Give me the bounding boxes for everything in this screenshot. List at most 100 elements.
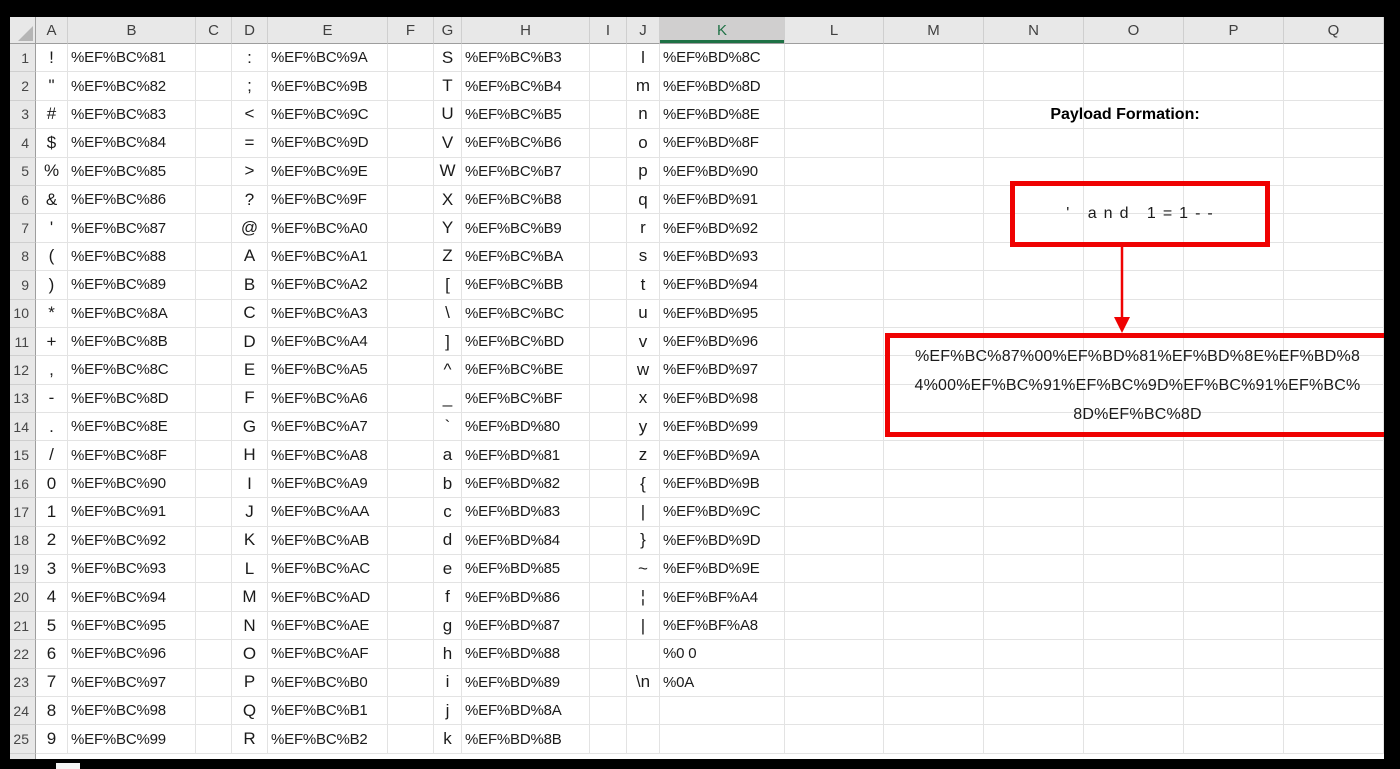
cell-G2[interactable]: T — [434, 72, 462, 101]
cell-Q5[interactable] — [1284, 157, 1384, 186]
column-header-H[interactable]: H — [462, 17, 590, 44]
row-header-19[interactable]: 19 — [10, 555, 36, 584]
cell-F9[interactable] — [388, 271, 434, 300]
cell-A6[interactable]: & — [36, 185, 68, 215]
cell-G23[interactable]: i — [434, 668, 462, 697]
cell-L2[interactable] — [785, 72, 884, 101]
cell-G16[interactable]: b — [434, 469, 462, 499]
column-header-Q[interactable]: Q — [1284, 17, 1384, 44]
cell-L5[interactable] — [785, 157, 884, 186]
cell-L3[interactable] — [785, 100, 884, 130]
cell-A17[interactable]: 1 — [36, 498, 68, 527]
cell-C2[interactable] — [196, 72, 232, 101]
cell-J19[interactable]: ~ — [627, 555, 660, 584]
cell-C15[interactable] — [196, 441, 232, 470]
cell-A25[interactable]: 9 — [36, 725, 68, 754]
column-header-O[interactable]: O — [1084, 17, 1184, 44]
cell-E18[interactable]: %EF%BC%AB — [268, 526, 388, 556]
cell-K2[interactable]: %EF%BD%8D — [660, 72, 785, 101]
cell-L1[interactable] — [785, 44, 884, 73]
cell-H17[interactable]: %EF%BD%83 — [462, 498, 590, 527]
cell-B25[interactable]: %EF%BC%99 — [68, 725, 196, 754]
cell-B14[interactable]: %EF%BC%8E — [68, 413, 196, 442]
cell-I14[interactable] — [590, 413, 627, 442]
cell-G25[interactable]: k — [434, 725, 462, 754]
cell-Q24[interactable] — [1284, 696, 1384, 726]
cell-K6[interactable]: %EF%BD%91 — [660, 185, 785, 215]
cell-F14[interactable] — [388, 413, 434, 442]
cell-L12[interactable] — [785, 356, 884, 385]
cell-A19[interactable]: 3 — [36, 555, 68, 584]
cell-Q12[interactable] — [1284, 356, 1384, 385]
cell-C4[interactable] — [196, 129, 232, 158]
cell-K13[interactable]: %EF%BD%98 — [660, 384, 785, 414]
cell-G5[interactable]: W — [434, 157, 462, 186]
cell-A16[interactable]: 0 — [36, 469, 68, 499]
cell-J11[interactable]: v — [627, 327, 660, 357]
cell-G1[interactable]: S — [434, 44, 462, 73]
cell-F18[interactable] — [388, 526, 434, 556]
cell-Q11[interactable] — [1284, 327, 1384, 357]
cell-D6[interactable]: ? — [232, 185, 268, 215]
cell-G10[interactable]: \ — [434, 299, 462, 328]
cell-G6[interactable]: X — [434, 185, 462, 215]
cell-H22[interactable]: %EF%BD%88 — [462, 640, 590, 669]
cell-M11[interactable] — [884, 327, 984, 357]
cell-B22[interactable]: %EF%BC%96 — [68, 640, 196, 669]
cell-F23[interactable] — [388, 668, 434, 697]
cell-G18[interactable]: d — [434, 526, 462, 556]
cell-B10[interactable]: %EF%BC%8A — [68, 299, 196, 328]
column-header-P[interactable]: P — [1184, 17, 1284, 44]
cell-O6[interactable] — [1084, 185, 1184, 215]
cell-I3[interactable] — [590, 100, 627, 130]
cell-E10[interactable]: %EF%BC%A3 — [268, 299, 388, 328]
cell-O11[interactable] — [1084, 327, 1184, 357]
cell-E6[interactable]: %EF%BC%9F — [268, 185, 388, 215]
cell-N24[interactable] — [984, 696, 1084, 726]
cell-E24[interactable]: %EF%BC%B1 — [268, 696, 388, 726]
cell-N3[interactable] — [984, 100, 1084, 130]
cell-B17[interactable]: %EF%BC%91 — [68, 498, 196, 527]
cell-B6[interactable]: %EF%BC%86 — [68, 185, 196, 215]
cell-D3[interactable]: < — [232, 100, 268, 130]
cell-H12[interactable]: %EF%BC%BE — [462, 356, 590, 385]
cell-L21[interactable] — [785, 611, 884, 641]
cell-N19[interactable] — [984, 555, 1084, 584]
cell-I11[interactable] — [590, 327, 627, 357]
cell-D24[interactable]: Q — [232, 696, 268, 726]
cell-N11[interactable] — [984, 327, 1084, 357]
cell-E1[interactable]: %EF%BC%9A — [268, 44, 388, 73]
row-header-20[interactable]: 20 — [10, 583, 36, 612]
row-header-12[interactable]: 12 — [10, 356, 36, 385]
cell-B20[interactable]: %EF%BC%94 — [68, 583, 196, 612]
cell-C8[interactable] — [196, 242, 232, 272]
cell-Q9[interactable] — [1284, 271, 1384, 300]
cell-K5[interactable]: %EF%BD%90 — [660, 157, 785, 186]
cell-J18[interactable]: } — [627, 526, 660, 556]
cell-D12[interactable]: E — [232, 356, 268, 385]
cell-J24[interactable] — [627, 696, 660, 726]
cell-Q23[interactable] — [1284, 668, 1384, 697]
cell-B13[interactable]: %EF%BC%8D — [68, 384, 196, 414]
cell-L18[interactable] — [785, 526, 884, 556]
cell-O19[interactable] — [1084, 555, 1184, 584]
cell-A24[interactable]: 8 — [36, 696, 68, 726]
cell-B8[interactable]: %EF%BC%88 — [68, 242, 196, 272]
cell-J21[interactable]: | — [627, 611, 660, 641]
cell-G12[interactable]: ^ — [434, 356, 462, 385]
cell-N14[interactable] — [984, 413, 1084, 442]
cell-A3[interactable]: # — [36, 100, 68, 130]
cell-K7[interactable]: %EF%BD%92 — [660, 214, 785, 243]
cell-E3[interactable]: %EF%BC%9C — [268, 100, 388, 130]
cell-N7[interactable] — [984, 214, 1084, 243]
cell-L19[interactable] — [785, 555, 884, 584]
cell-F15[interactable] — [388, 441, 434, 470]
cell-I4[interactable] — [590, 129, 627, 158]
cell-P24[interactable] — [1184, 696, 1284, 726]
cell-J17[interactable]: | — [627, 498, 660, 527]
cell-J6[interactable]: q — [627, 185, 660, 215]
row-header-25[interactable]: 25 — [10, 725, 36, 754]
cell-I19[interactable] — [590, 555, 627, 584]
cell-G21[interactable]: g — [434, 611, 462, 641]
cell-L20[interactable] — [785, 583, 884, 612]
